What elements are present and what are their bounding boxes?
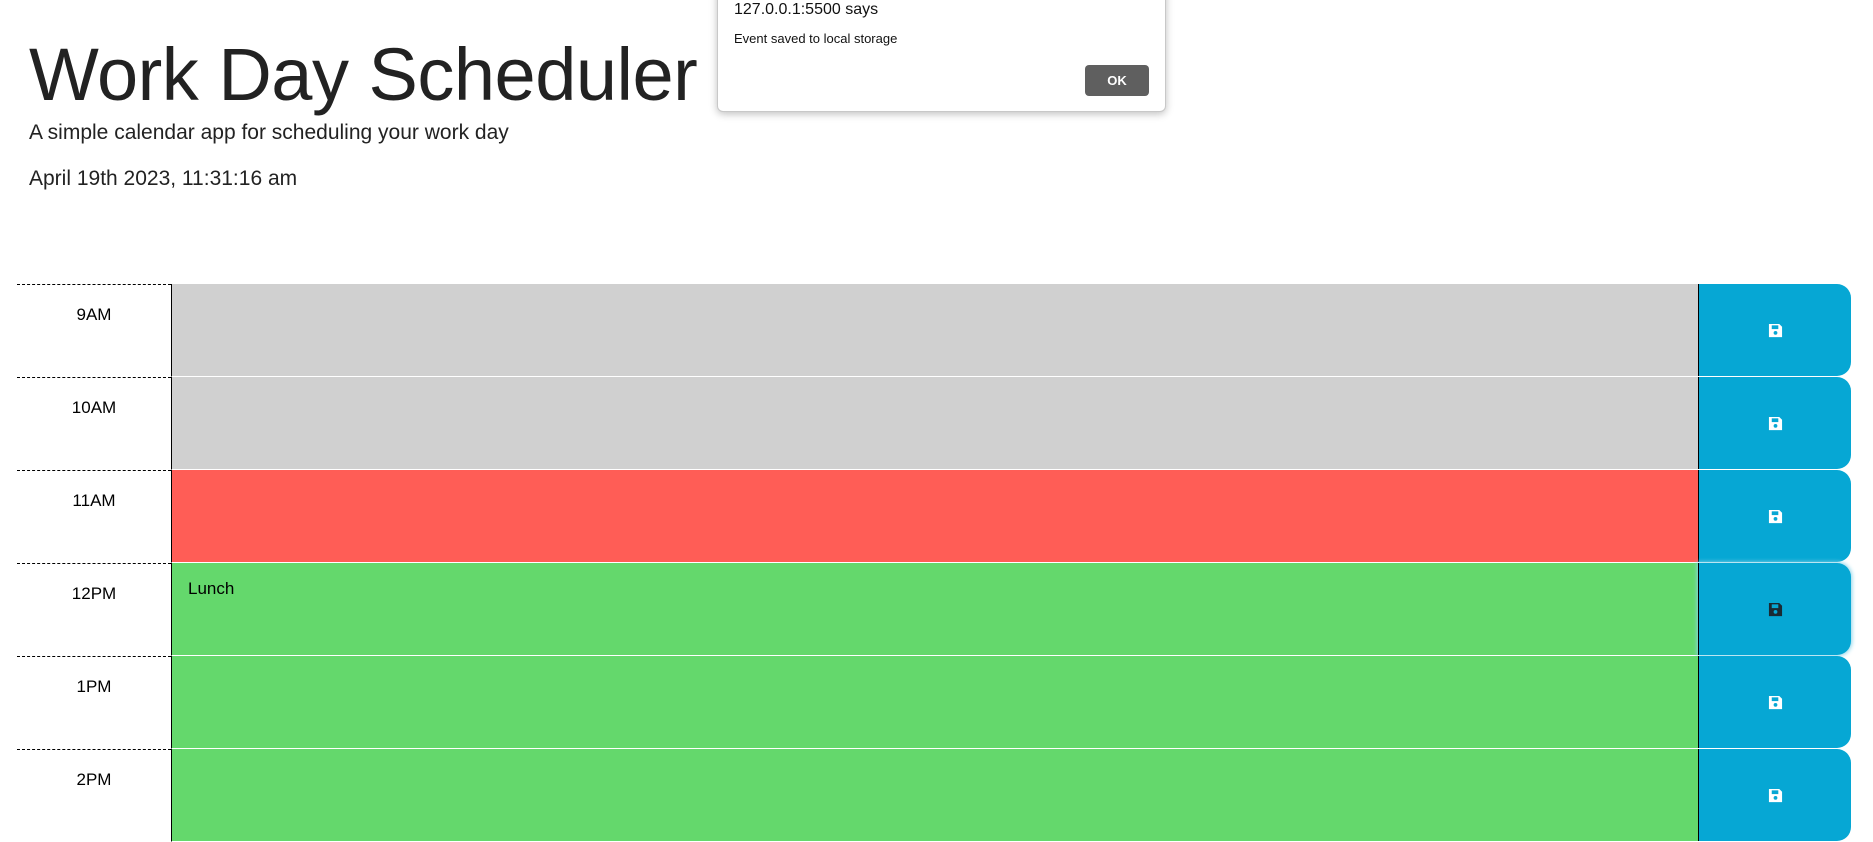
time-block-12pm: 12PM Lunch <box>17 563 1851 656</box>
time-block-10am: 10AM <box>17 377 1851 470</box>
time-block-2pm: 2PM <box>17 749 1851 842</box>
save-button[interactable] <box>1698 284 1851 376</box>
save-button[interactable] <box>1698 656 1851 748</box>
save-button[interactable] <box>1698 377 1851 469</box>
hour-label: 12PM <box>17 563 171 656</box>
floppy-disk-icon <box>1768 416 1782 430</box>
floppy-disk-icon <box>1768 323 1782 337</box>
hour-label: 10AM <box>17 377 171 470</box>
save-button[interactable] <box>1698 563 1851 655</box>
alert-dialog: 127.0.0.1:5500 says Event saved to local… <box>717 0 1166 112</box>
page-subtitle: A simple calendar app for scheduling you… <box>29 121 509 144</box>
current-day: April 19th 2023, 11:31:16 am <box>29 167 298 190</box>
floppy-disk-icon <box>1768 788 1782 802</box>
floppy-disk-icon <box>1768 509 1782 523</box>
event-textarea[interactable]: Lunch <box>171 563 1698 656</box>
dialog-origin: 127.0.0.1:5500 says <box>734 1 879 18</box>
hour-label: 2PM <box>17 749 171 842</box>
floppy-disk-icon <box>1768 602 1782 616</box>
event-textarea[interactable] <box>171 470 1698 563</box>
hour-label: 9AM <box>17 284 171 377</box>
time-block-9am: 9AM <box>17 284 1851 377</box>
schedule: 9AM 10AM 11AM 12PM Lunch 1PM 2PM <box>17 284 1851 842</box>
save-button[interactable] <box>1698 470 1851 562</box>
event-textarea[interactable] <box>171 284 1698 377</box>
ok-button[interactable]: OK <box>1085 65 1149 96</box>
floppy-disk-icon <box>1768 695 1782 709</box>
dialog-message: Event saved to local storage <box>734 31 898 46</box>
hour-label: 1PM <box>17 656 171 749</box>
time-block-11am: 11AM <box>17 470 1851 563</box>
time-block-1pm: 1PM <box>17 656 1851 749</box>
event-textarea[interactable] <box>171 377 1698 470</box>
event-textarea[interactable] <box>171 749 1698 842</box>
event-textarea[interactable] <box>171 656 1698 749</box>
save-button[interactable] <box>1698 749 1851 841</box>
page-title: Work Day Scheduler <box>29 33 698 116</box>
hour-label: 11AM <box>17 470 171 563</box>
